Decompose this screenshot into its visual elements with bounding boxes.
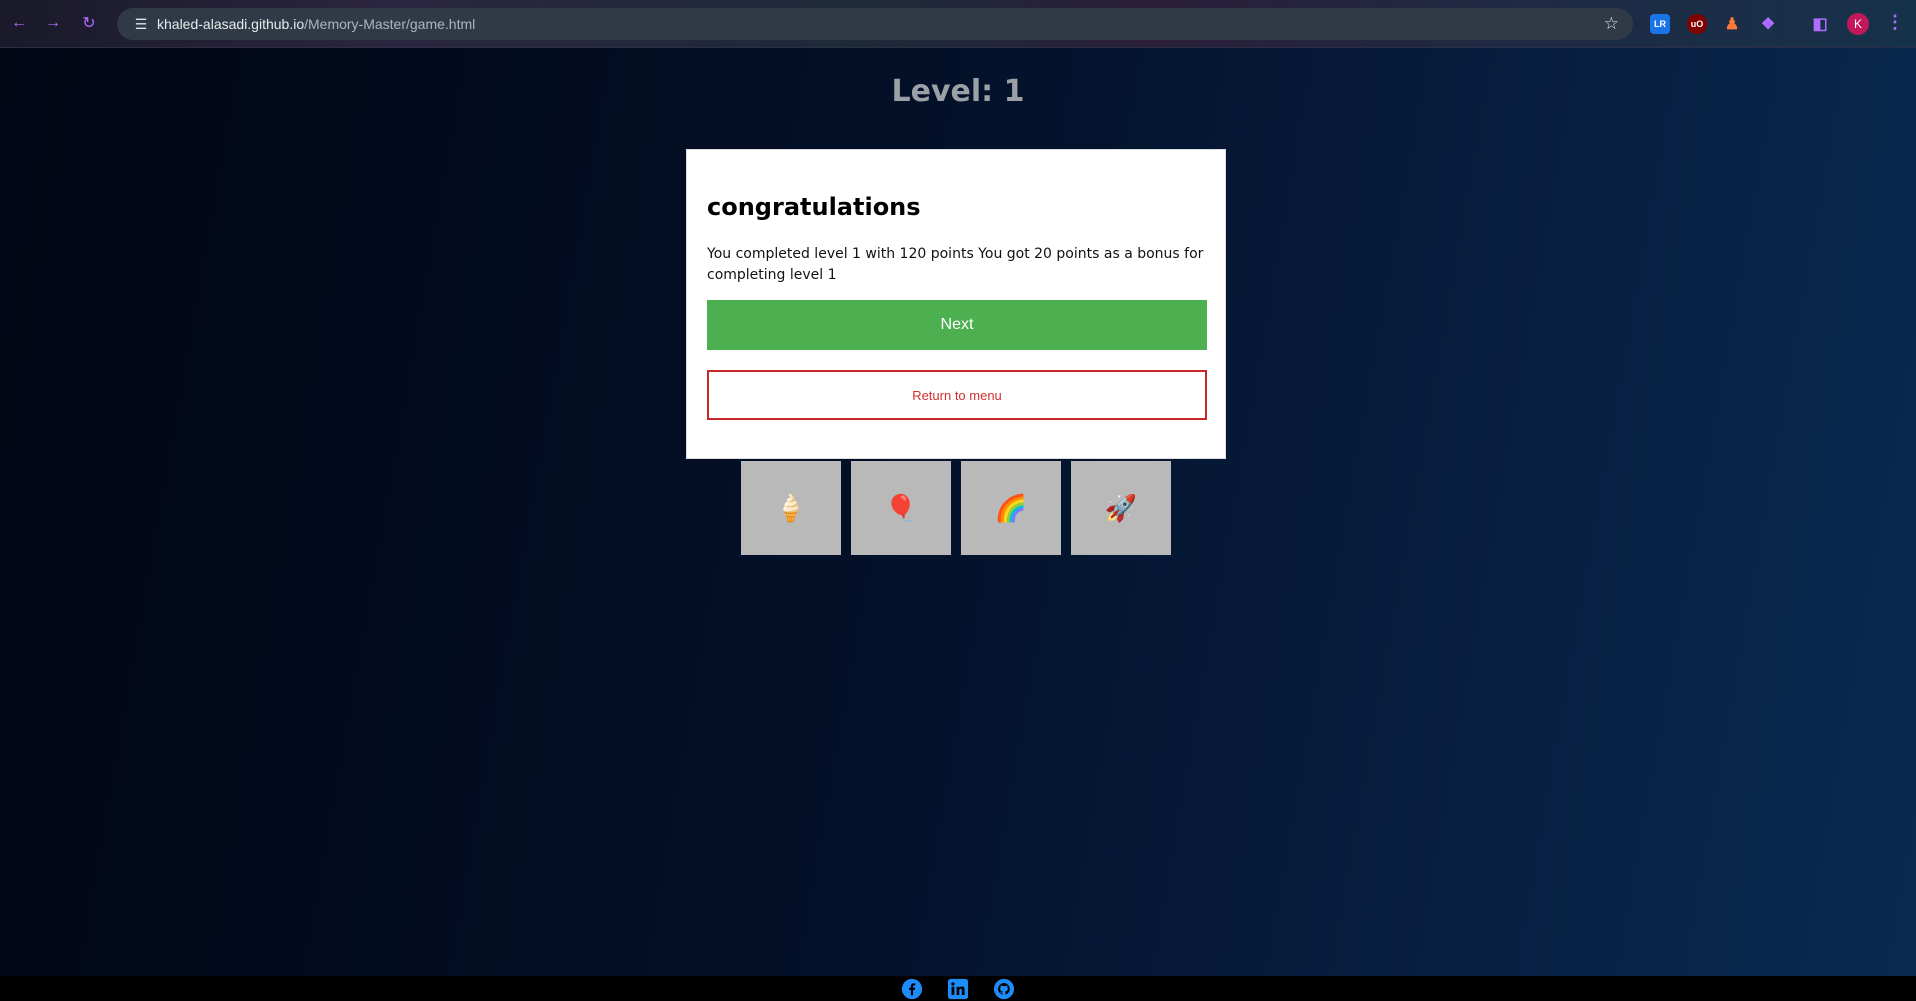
side-panel-icon[interactable]: ◧ bbox=[1810, 14, 1830, 34]
browser-menu-icon[interactable]: ⋮ bbox=[1886, 12, 1904, 33]
profile-avatar[interactable]: K bbox=[1847, 13, 1869, 35]
extensions-puzzle-icon[interactable]: ❖ bbox=[1758, 14, 1778, 34]
dialog-message: You completed level 1 with 120 points Yo… bbox=[707, 246, 1204, 283]
level-heading: Level: 1 bbox=[891, 74, 1025, 109]
github-icon[interactable] bbox=[992, 977, 1016, 1001]
extension-icon[interactable]: LR bbox=[1650, 14, 1670, 34]
address-bar[interactable]: ☰ khaled-alasadi.github.io/Memory-Master… bbox=[117, 8, 1633, 40]
game-page: Level: 1 🍦 🎈 🌈 🚀 congratulations You com… bbox=[0, 48, 1916, 976]
forward-icon[interactable]: → bbox=[42, 12, 64, 34]
level-complete-dialog: congratulations You completed level 1 wi… bbox=[686, 149, 1226, 459]
back-icon[interactable]: ← bbox=[8, 12, 30, 34]
footer bbox=[0, 976, 1916, 1001]
return-to-menu-button[interactable]: Return to menu bbox=[707, 370, 1207, 420]
reload-icon[interactable]: ↻ bbox=[78, 12, 100, 34]
card-rocket-icon[interactable]: 🚀 bbox=[1071, 461, 1171, 555]
card-rainbow-icon[interactable]: 🌈 bbox=[961, 461, 1061, 555]
ublock-origin-icon[interactable]: uO bbox=[1687, 14, 1707, 34]
card-balloon-icon[interactable]: 🎈 bbox=[851, 461, 951, 555]
card-ice-cream-icon[interactable]: 🍦 bbox=[741, 461, 841, 555]
card-grid: 🍦 🎈 🌈 🚀 bbox=[741, 461, 1171, 555]
extension-icon[interactable]: ♟ bbox=[1722, 14, 1742, 34]
linkedin-icon[interactable] bbox=[946, 977, 970, 1001]
url-text: khaled-alasadi.github.io/Memory-Master/g… bbox=[157, 16, 476, 32]
next-button[interactable]: Next bbox=[707, 300, 1207, 350]
bookmark-star-icon[interactable]: ☆ bbox=[1604, 14, 1619, 34]
dialog-title: congratulations bbox=[707, 193, 921, 221]
site-info-icon[interactable]: ☰ bbox=[125, 16, 157, 33]
facebook-icon[interactable] bbox=[900, 977, 924, 1001]
browser-toolbar: ← → ↻ ☰ khaled-alasadi.github.io/Memory-… bbox=[0, 0, 1916, 48]
